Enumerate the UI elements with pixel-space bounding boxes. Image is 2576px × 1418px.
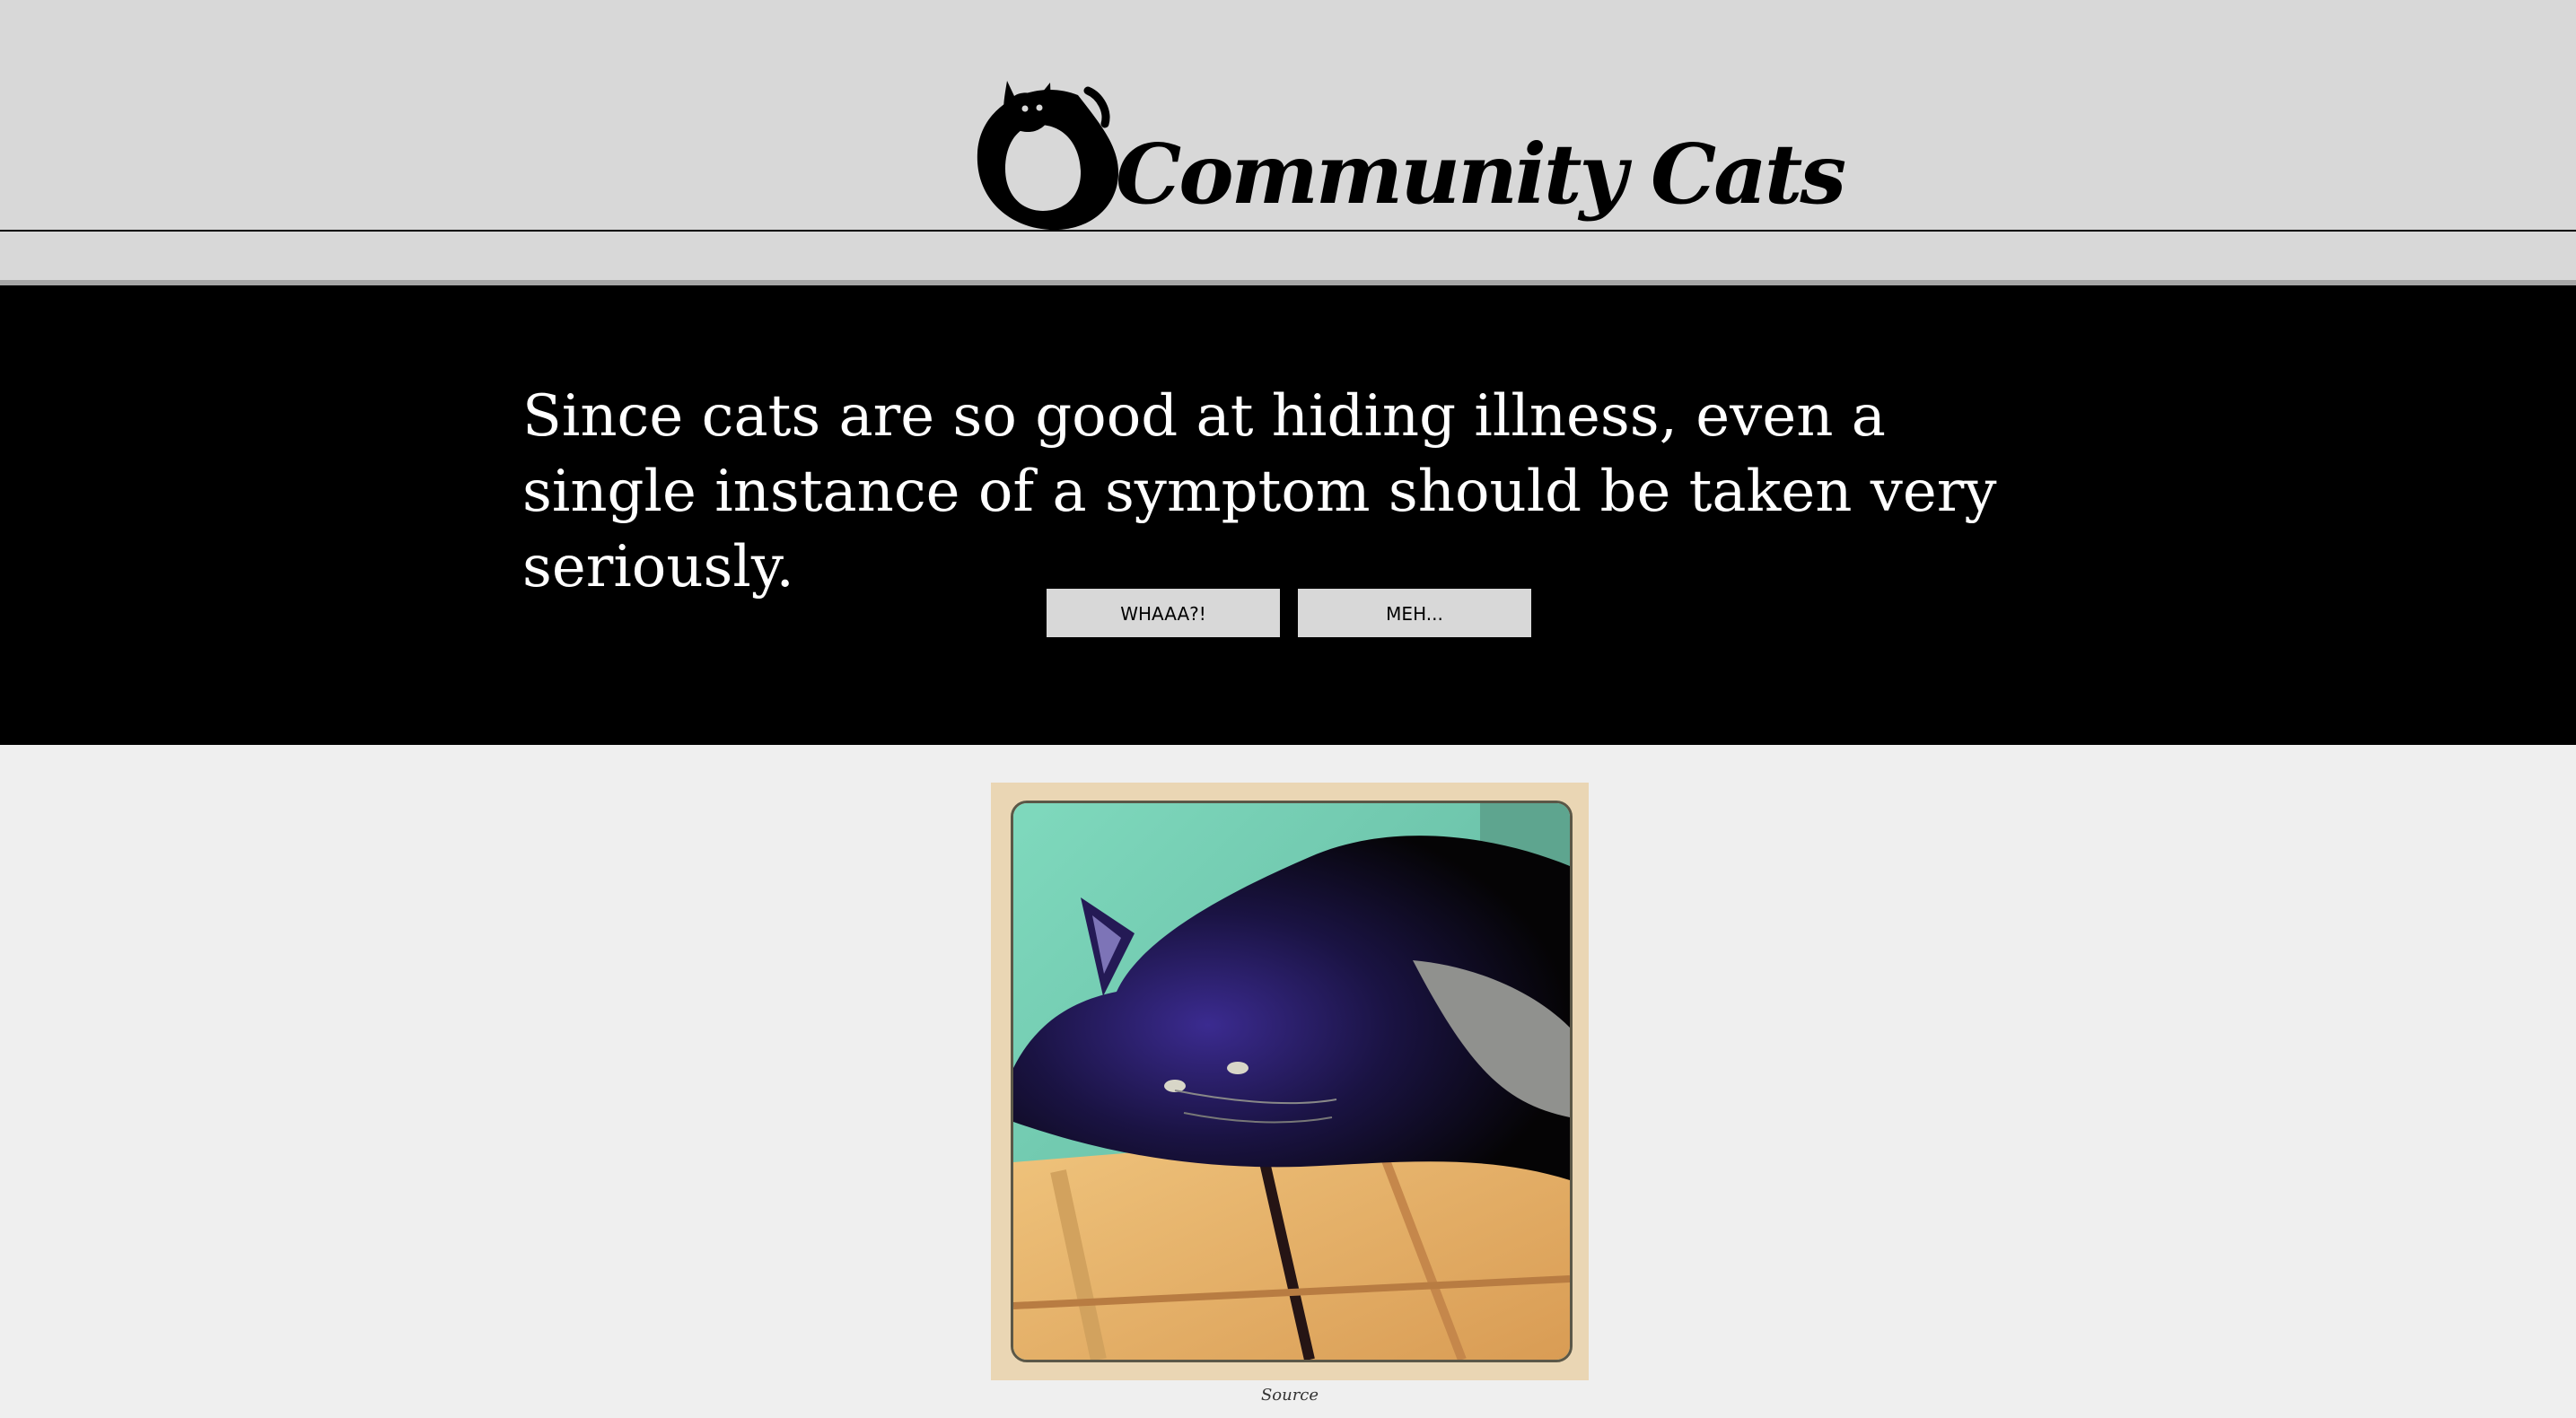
cat-c-logo-icon — [977, 81, 1119, 231]
site-logo[interactable]: Community Cats — [965, 74, 1846, 262]
reaction-buttons: WHAAA?! MEH... — [1047, 589, 1531, 637]
cat-photo-figure: Source — [991, 783, 1589, 1416]
black-cat-image — [1013, 803, 1570, 1360]
photo-frame — [991, 783, 1589, 1380]
meh-button[interactable]: MEH... — [1298, 589, 1531, 637]
photo-source-link[interactable]: Source — [991, 1386, 1589, 1405]
site-header: Community Cats — [0, 0, 2576, 287]
logo-wordmark: Community Cats — [1116, 126, 1846, 223]
cat-fact-text: Since cats are so good at hiding illness… — [522, 383, 1997, 600]
black-cat-photo — [1011, 801, 1573, 1362]
whaaa-button[interactable]: WHAAA?! — [1047, 589, 1280, 637]
fact-hero: Since cats are so good at hiding illness… — [0, 285, 2576, 745]
